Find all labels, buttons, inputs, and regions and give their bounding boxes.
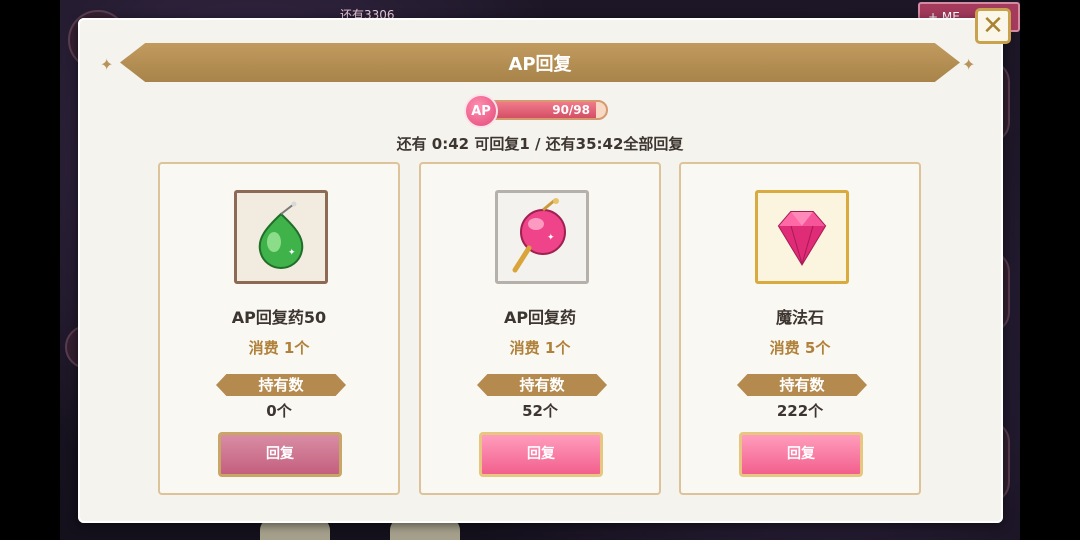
- owned-count: 222个: [776, 402, 824, 420]
- close-button[interactable]: ✕: [975, 8, 1011, 44]
- item-card-ap-potion: ✦ AP回复药 消费 1个 持有数 52个 回复: [419, 162, 661, 495]
- item-name: 魔法石: [775, 308, 824, 327]
- recover-button[interactable]: 回复: [479, 432, 603, 477]
- item-cost: 消费 5个: [769, 339, 831, 357]
- owned-count: 0个: [266, 402, 292, 420]
- owned-count: 52个: [522, 402, 558, 420]
- dialog-title: AP回复: [120, 43, 960, 82]
- owned-label: 持有数: [216, 374, 346, 396]
- ribbon-ornament-right: ✦: [962, 55, 976, 74]
- item-cost: 消费 1个: [509, 339, 571, 357]
- recovery-timer-text: 还有 0:42 可回复1 / 还有35:42全部回复: [396, 135, 684, 153]
- pink-potion-icon: ✦: [512, 198, 566, 273]
- item-card-ap-potion-50: ✦ AP回复药50 消费 1个 持有数 0个 回复: [158, 162, 400, 495]
- green-potion-icon: ✦: [258, 201, 304, 270]
- magic-stone-icon: [777, 211, 827, 266]
- svg-text:✦: ✦: [547, 233, 555, 243]
- item-frame: ✦: [495, 190, 589, 284]
- item-name: AP回复药: [503, 308, 577, 327]
- item-cost: 消费 1个: [248, 339, 310, 357]
- ap-icon: AP: [464, 94, 498, 128]
- ribbon-ornament-left: ✦: [100, 55, 114, 74]
- item-card-magic-stone: 魔法石 消费 5个 持有数 222个 回复: [679, 162, 921, 495]
- owned-label: 持有数: [477, 374, 607, 396]
- item-frame: [755, 190, 849, 284]
- svg-text:✦: ✦: [288, 248, 296, 258]
- recover-button[interactable]: 回复: [218, 432, 342, 477]
- ap-value: 90/98: [552, 103, 590, 117]
- item-name: AP回复药50: [231, 308, 327, 327]
- item-frame: ✦: [234, 190, 328, 284]
- owned-label: 持有数: [737, 374, 867, 396]
- recover-button[interactable]: 回复: [739, 432, 863, 477]
